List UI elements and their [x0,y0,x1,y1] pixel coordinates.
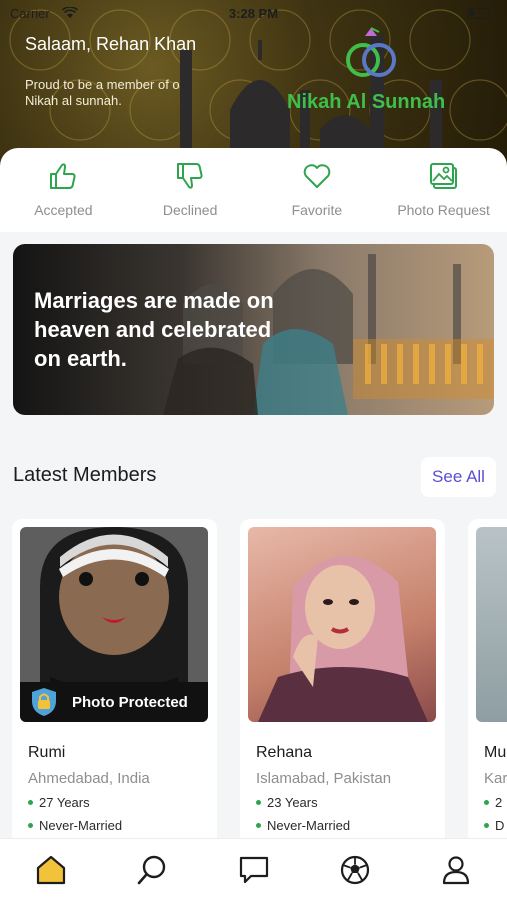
search-icon [137,855,166,884]
see-all-button[interactable]: See All [421,457,496,497]
soccer-ball-icon [340,855,370,884]
banner-quote: Marriages are made on heaven and celebra… [34,288,274,371]
member-age-row: 2 [476,795,507,810]
bullet-dot [484,800,489,805]
carrier-label: Carrier [10,6,50,21]
member-status: Never-Married [267,818,351,833]
bullet-dot [28,823,33,828]
lock-shield-icon [32,688,56,716]
action-favorite[interactable]: Favorite [254,148,381,232]
clock: 3:28 PM [228,6,279,21]
member-location: Kar [484,770,507,787]
header: Carrier 3:28 PM Salaam, Rehan Khan Proud… [0,0,507,170]
member-card[interactable]: Rehana Islamabad, Pakistan 23 Years Neve… [240,519,445,849]
tab-chat[interactable] [203,839,304,900]
member-name: Mu [484,744,507,761]
member-status-row: Never-Married [248,818,437,833]
member-status: D [495,818,505,833]
home-icon [36,855,65,884]
action-label: Declined [162,202,218,218]
photo-protected-label: Photo Protected [72,693,188,711]
member-name: Rumi [28,744,66,761]
wifi-icon [62,7,78,18]
status-bar: Carrier 3:28 PM [0,4,507,24]
member-photo [476,527,507,722]
member-age: 2 [495,795,503,810]
action-photo-request[interactable]: Photo Request [380,148,507,232]
member-age: 23 Years [267,795,318,810]
section-title: Latest Members [13,464,157,486]
member-name: Rehana [256,744,313,761]
member-age-row: 23 Years [248,795,437,810]
action-label: Favorite [291,202,343,218]
member-photo: Photo Protected [20,527,208,722]
tab-search[interactable] [101,839,202,900]
photo-icon [429,163,457,189]
member-status-row: Never-Married [20,818,209,833]
profile-icon [443,855,470,884]
tab-discover[interactable] [304,839,405,900]
action-label: Accepted [34,202,93,218]
member-age-row: 27 Years [20,795,209,810]
thumbs-up-icon [50,163,76,189]
member-card[interactable]: Mu Kar 2 D [468,519,507,849]
bullet-dot [484,823,489,828]
member-location: Islamabad, Pakistan [256,770,392,787]
tab-profile[interactable] [406,839,507,900]
member-carousel[interactable]: Photo Protected Rumi Ahmedabad, India 27… [0,519,507,849]
bullet-dot [256,823,261,828]
member-age: 27 Years [39,795,90,810]
bullet-dot [28,800,33,805]
action-declined[interactable]: Declined [127,148,254,232]
quick-actions: Accepted Declined Favorite Photo Request [0,148,507,232]
chat-icon [239,856,268,883]
photo-protected-banner: Photo Protected [20,682,208,722]
logo-text: Nikah Al Sunnah [287,91,446,113]
quote-banner[interactable]: Marriages are made on heaven and celebra… [13,244,494,415]
member-card[interactable]: Photo Protected Rumi Ahmedabad, India 27… [12,519,217,849]
tab-home[interactable] [0,839,101,900]
tab-bar [0,838,507,900]
battery-icon [467,8,489,19]
action-label: Photo Request [397,202,490,218]
action-accepted[interactable]: Accepted [0,148,127,232]
member-location: Ahmedabad, India [28,770,150,787]
member-status-row: D [476,818,507,833]
thumbs-down-icon [177,163,203,189]
logo-rings-icon [346,27,396,77]
member-photo-image [258,555,428,722]
member-photo [248,527,436,722]
heart-icon [303,164,331,188]
member-status: Never-Married [39,818,123,833]
bullet-dot [256,800,261,805]
